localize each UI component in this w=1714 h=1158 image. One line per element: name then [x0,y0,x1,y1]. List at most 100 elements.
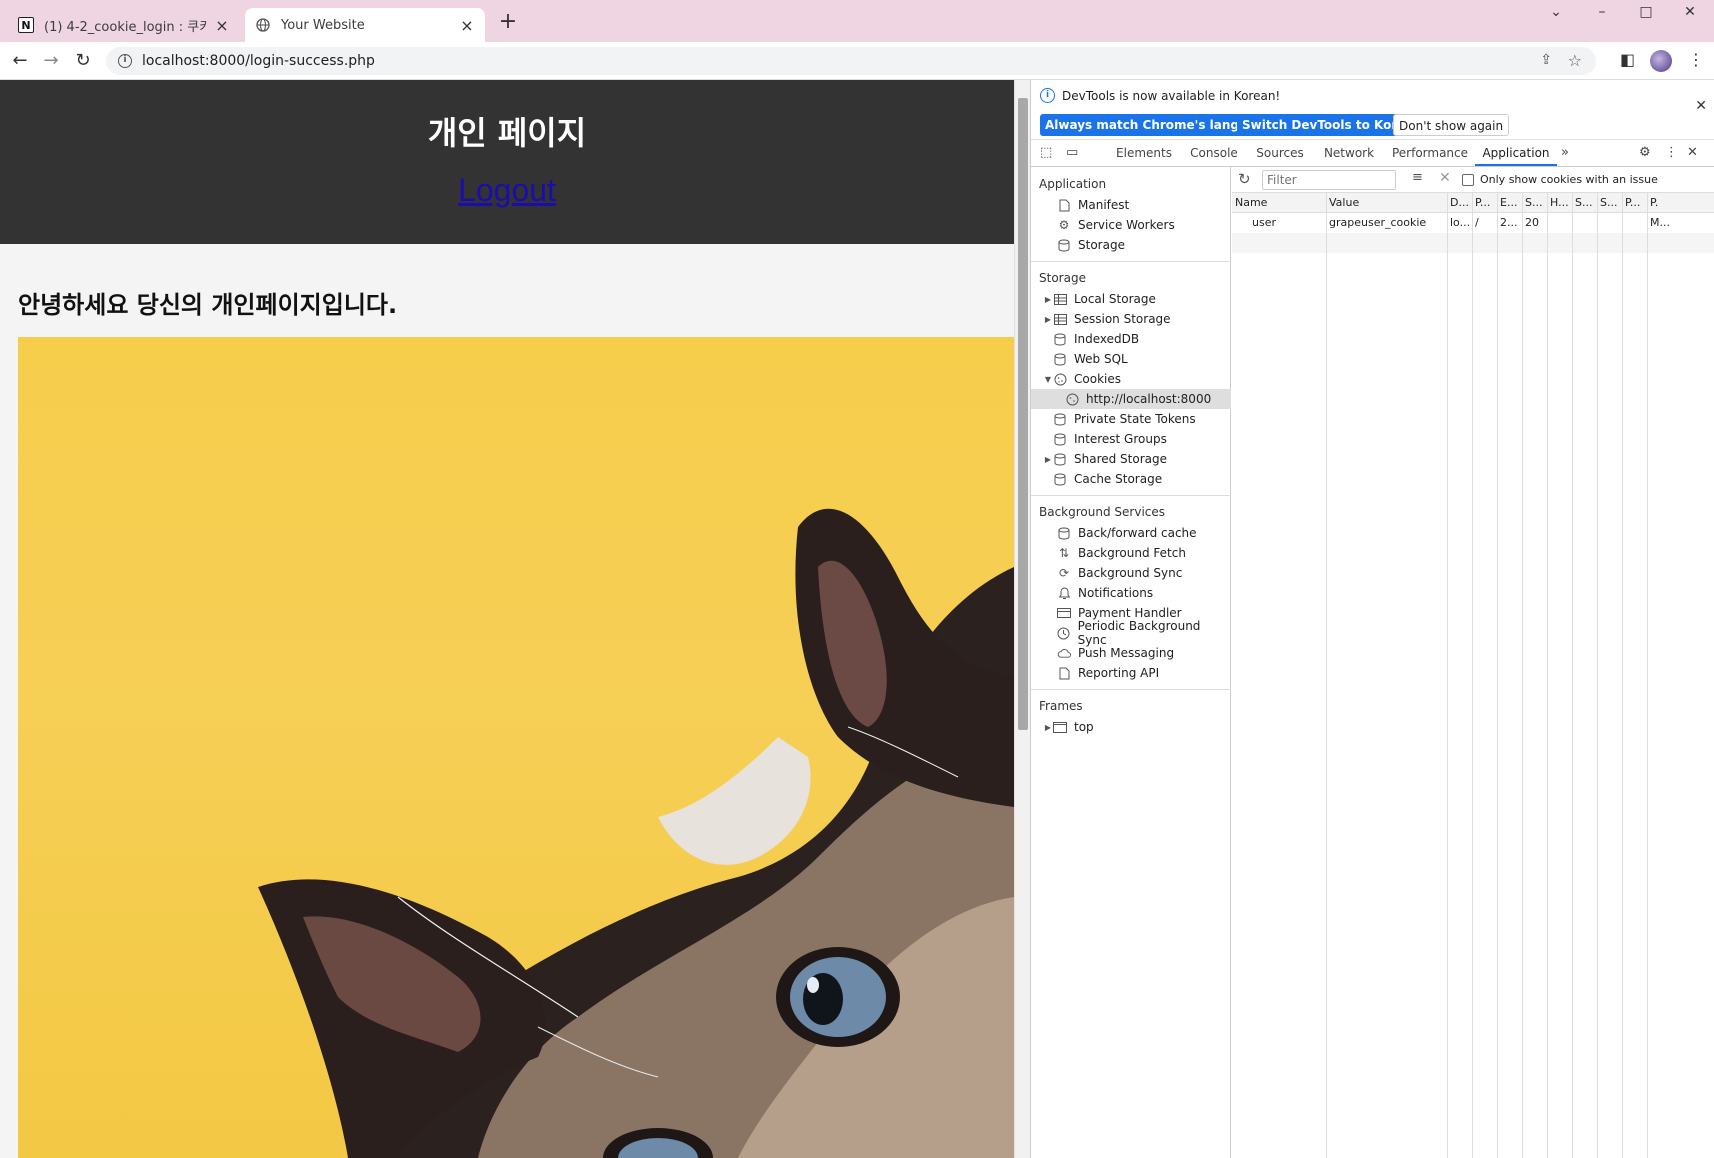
column-divider[interactable] [1447,193,1448,1158]
tab-notion[interactable]: N (1) 4-2_cookie_login : 쿠키 로그 × [8,8,240,42]
site-info-icon[interactable]: i [118,54,132,68]
expand-arrow-icon[interactable]: ▶ [1043,723,1053,732]
sidebar-item-interest-groups[interactable]: Interest Groups [1031,429,1231,449]
close-devtools-icon[interactable]: ✕ [1687,145,1698,160]
column-divider[interactable] [1622,193,1623,1158]
column-divider[interactable] [1547,193,1548,1158]
sidebar-item-label: top [1074,720,1094,734]
cloud-icon [1057,646,1071,660]
sidebar-item-shared-storage[interactable]: ▶ Shared Storage [1031,449,1231,469]
maximize-button[interactable]: □ [1626,4,1666,26]
tab-performance[interactable]: Performance [1385,140,1475,166]
column-divider[interactable] [1497,193,1498,1158]
sidebar-item-cookie-origin[interactable]: http://localhost:8000 [1031,389,1231,409]
delete-selected-icon[interactable]: ✕ [1439,170,1451,186]
column-divider[interactable] [1572,193,1573,1158]
column-header-httponly[interactable]: H... [1547,193,1572,213]
column-header-size[interactable]: S... [1522,193,1547,213]
expand-arrow-icon[interactable]: ▶ [1043,455,1053,464]
share-icon[interactable]: ⇪ [1540,52,1552,68]
sidebar-item-push-messaging[interactable]: Push Messaging [1031,643,1231,663]
settings-gear-icon[interactable]: ⚙ [1639,145,1651,160]
tab-elements[interactable]: Elements [1107,140,1181,166]
side-panel-icon[interactable]: ◧ [1620,50,1635,69]
sidebar-item-label: http://localhost:8000 [1086,392,1212,406]
sidebar-item-session-storage[interactable]: ▶ Session Storage [1031,309,1231,329]
sidebar-item-manifest[interactable]: Manifest [1031,195,1231,215]
tab-your-website[interactable]: Your Website × [245,8,485,42]
table-row[interactable]: user grapeuser_cookie lo... / 2... 20 M.… [1232,213,1714,233]
sidebar-item-indexeddb[interactable]: IndexedDB [1031,329,1231,349]
cookies-table-header: Name Value D... P... E... S... H... S...… [1232,193,1714,213]
inspect-element-icon[interactable]: ⬚ [1040,145,1052,160]
cookie-filter-input[interactable] [1262,170,1396,190]
column-header-expires[interactable]: E... [1497,193,1522,213]
sidebar-item-frame-top[interactable]: ▶ top [1031,717,1231,737]
column-divider[interactable] [1472,193,1473,1158]
back-button[interactable]: ← [7,48,33,74]
sidebar-item-label: Interest Groups [1074,432,1167,446]
column-header-value[interactable]: Value [1326,193,1447,213]
credit-card-icon [1057,606,1071,620]
sidebar-item-local-storage[interactable]: ▶ Local Storage [1031,289,1231,309]
sidebar-item-service-workers[interactable]: ⚙ Service Workers [1031,215,1231,235]
minimize-button[interactable]: – [1582,4,1622,26]
device-toolbar-icon[interactable]: ▭ [1066,145,1078,160]
column-divider[interactable] [1647,193,1648,1158]
address-bar[interactable]: i localhost:8000/login-success.php ⇪ ☆ [106,47,1596,75]
page-scrollbar[interactable] [1014,80,1030,1158]
table-icon [1053,292,1067,306]
column-header-path[interactable]: P... [1472,193,1497,213]
refresh-icon[interactable]: ↻ [1238,170,1251,188]
column-header-samesite[interactable]: S... [1597,193,1622,213]
bookmark-star-icon[interactable]: ☆ [1568,51,1582,70]
chrome-menu-icon[interactable]: ⋮ [1688,50,1704,69]
page-viewport: 개인 페이지 Logout 안녕하세요 당신의 개인페이지입니다. [0,80,1014,1158]
column-header-domain[interactable]: D... [1447,193,1472,213]
tab-sources[interactable]: Sources [1247,140,1313,166]
sidebar-item-periodic-sync[interactable]: Periodic Background Sync [1031,619,1231,647]
close-tab-icon[interactable]: × [459,16,475,35]
sidebar-item-notifications[interactable]: Notifications [1031,583,1231,603]
column-divider[interactable] [1522,193,1523,1158]
column-divider[interactable] [1597,193,1598,1158]
tab-search-icon[interactable]: ⌄ [1536,4,1576,26]
tab-console[interactable]: Console [1181,140,1247,166]
logout-link[interactable]: Logout [0,172,1014,209]
database-icon [1053,332,1067,346]
column-header-partition[interactable]: P... [1622,193,1647,213]
expand-arrow-icon[interactable]: ▶ [1043,295,1053,304]
tab-application[interactable]: Application [1475,140,1557,166]
close-infobar-icon[interactable]: ✕ [1695,98,1707,114]
sidebar-item-cache-storage[interactable]: Cache Storage [1031,469,1231,489]
column-divider[interactable] [1326,193,1327,1158]
tab-network[interactable]: Network [1313,140,1385,166]
sidebar-item-reporting-api[interactable]: Reporting API [1031,663,1231,683]
scrollbar-thumb[interactable] [1018,98,1028,730]
sidebar-item-background-fetch[interactable]: ⇅ Background Fetch [1031,543,1231,563]
customize-menu-icon[interactable]: ⋮ [1665,145,1678,160]
clear-all-cookies-icon[interactable]: ≡ [1412,170,1423,185]
more-tabs-icon[interactable]: » [1561,145,1569,160]
reload-button[interactable]: ↻ [70,48,96,74]
column-header-priority[interactable]: P. [1647,193,1714,213]
new-tab-button[interactable]: + [496,11,520,35]
close-tab-icon[interactable]: × [214,16,230,35]
sidebar-item-private-state-tokens[interactable]: Private State Tokens [1031,409,1231,429]
only-issues-checkbox-row[interactable]: Only show cookies with an issue [1462,173,1658,186]
sidebar-item-storage[interactable]: Storage [1031,235,1231,255]
profile-avatar[interactable] [1650,50,1672,72]
forward-button[interactable]: → [38,48,64,74]
only-issues-checkbox[interactable] [1462,173,1474,186]
sidebar-item-background-sync[interactable]: ⟳ Background Sync [1031,563,1231,583]
sidebar-item-cookies[interactable]: ▼ Cookies [1031,369,1231,389]
collapse-arrow-icon[interactable]: ▼ [1043,375,1053,384]
sidebar-item-bfcache[interactable]: Back/forward cache [1031,523,1231,543]
expand-arrow-icon[interactable]: ▶ [1043,315,1053,324]
column-header-name[interactable]: Name [1232,193,1326,213]
dont-show-again-button[interactable]: Don't show again [1393,114,1510,136]
column-header-secure[interactable]: S... [1572,193,1597,213]
window-close-button[interactable]: ✕ [1670,4,1710,26]
frame-icon [1053,720,1067,734]
sidebar-item-web-sql[interactable]: Web SQL [1031,349,1231,369]
